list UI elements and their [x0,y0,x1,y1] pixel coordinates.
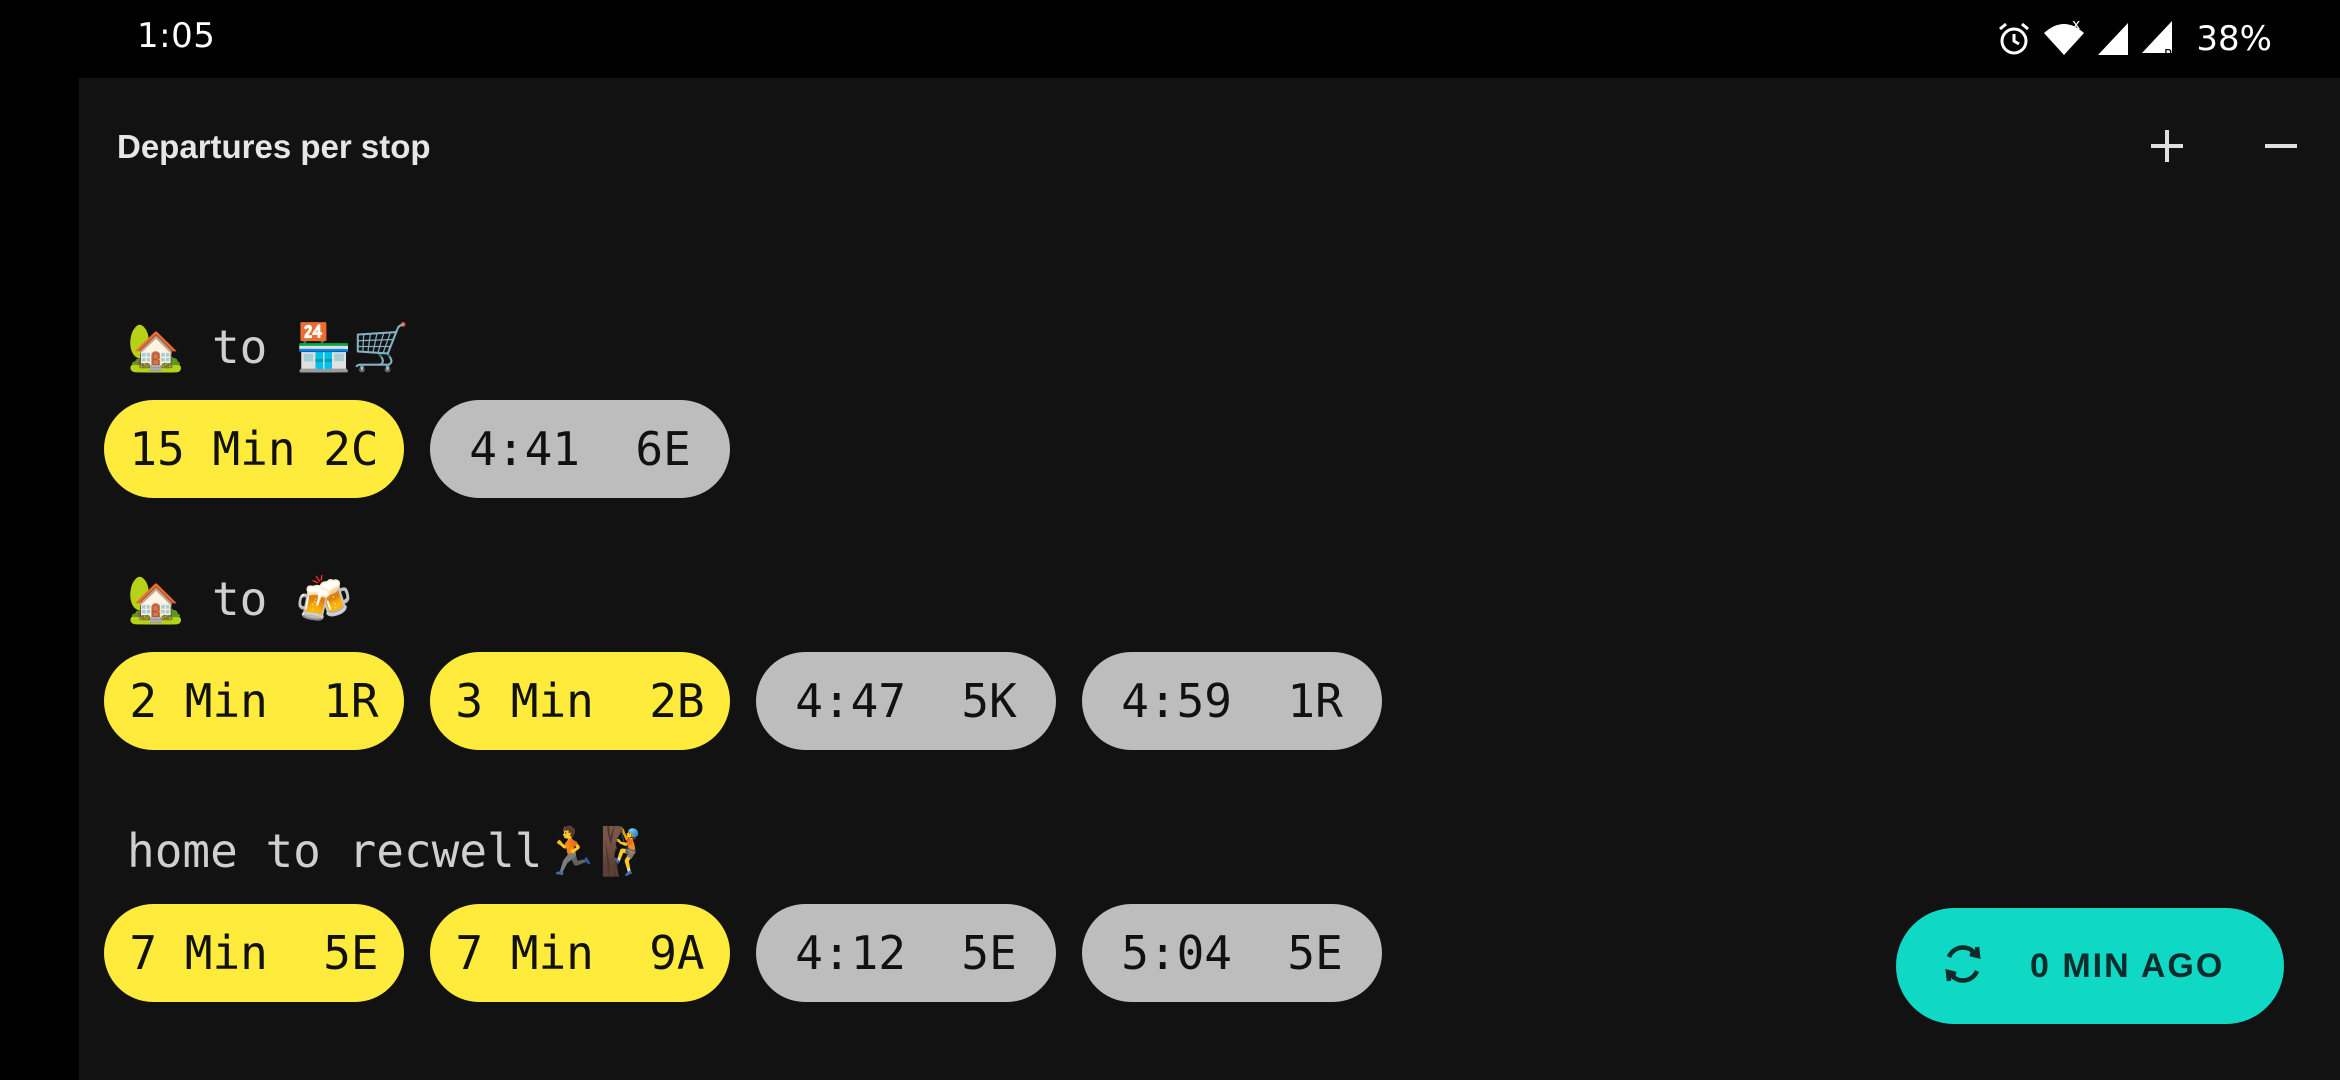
page-title: Departures per stop [117,128,431,165]
departure-chip[interactable]: 4:47 5K [756,652,1056,750]
refresh-icon [1940,941,1986,991]
signal-x-icon [2096,21,2130,57]
status-bar: 1:05 x R 38% [0,0,2340,78]
route-label: 🏡 to 🏪🛒 [127,320,410,374]
route-label: home to recwell🏃🧗 [127,824,657,878]
app-window: Departures per stop 🏡 to 🏪🛒 15 Min 2C 4:… [79,78,2340,1080]
alarm-icon [1996,21,2032,57]
refresh-button[interactable]: 0 MIN AGO [1896,908,2284,1024]
route-label: 🏡 to 🍻 [127,572,353,626]
status-icons: x R 38% [1996,14,2272,64]
signal-r-icon: R [2140,19,2178,59]
plus-icon [2147,126,2187,170]
departure-row: 15 Min 2C 4:41 6E [104,400,730,498]
departure-row: 2 Min 1R 3 Min 2B 4:47 5K 4:59 1R [104,652,1382,750]
departure-chip[interactable]: 4:59 1R [1082,652,1382,750]
departure-chip[interactable]: 15 Min 2C [104,400,404,498]
minus-icon [2261,126,2301,170]
last-updated-label: 0 MIN AGO [2030,946,2225,985]
battery-percent: 38% [2196,19,2272,59]
wifi-icon: x [2042,19,2086,59]
svg-text:R: R [2164,48,2173,59]
zoom-out-button[interactable] [2249,116,2313,180]
screen-cutout [0,78,79,1080]
departure-chip[interactable]: 4:41 6E [430,400,730,498]
zoom-in-button[interactable] [2135,116,2199,180]
departure-chip[interactable]: 5:04 5E [1082,904,1382,1002]
departure-chip[interactable]: 3 Min 2B [430,652,730,750]
svg-text:x: x [2072,19,2080,33]
departure-row: 7 Min 5E 7 Min 9A 4:12 5E 5:04 5E [104,904,1382,1002]
status-time: 1:05 [137,16,216,56]
departure-chip[interactable]: 2 Min 1R [104,652,404,750]
departure-chip[interactable]: 7 Min 9A [430,904,730,1002]
departure-chip[interactable]: 7 Min 5E [104,904,404,1002]
departure-chip[interactable]: 4:12 5E [756,904,1056,1002]
